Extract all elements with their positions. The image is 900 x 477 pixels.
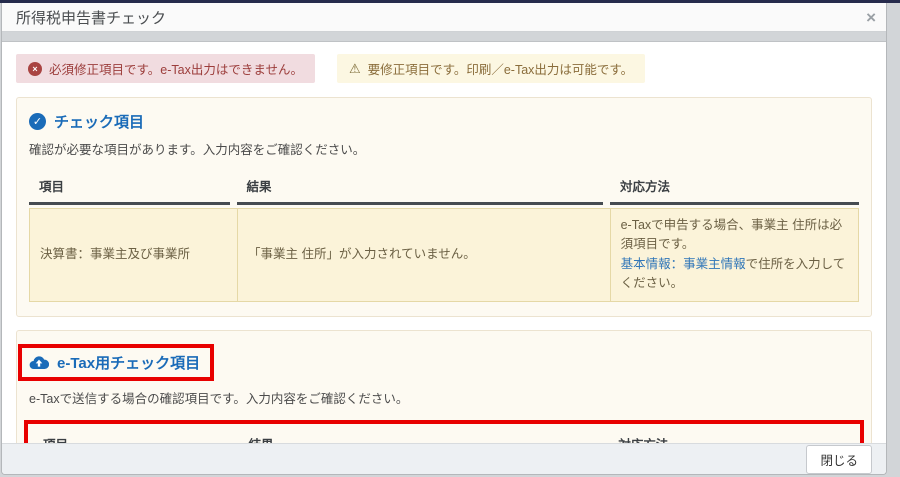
red-annotation-box-title: e-Tax用チェック項目	[18, 343, 215, 381]
row-result: 「事業主 住所」が入力されていません。	[248, 247, 476, 262]
column-header-result: 結果	[236, 171, 603, 205]
error-badge: × 必須修正項目です。e-Tax出力はできません。	[16, 54, 315, 83]
row-action: e-Taxで申告する場合、事業主 住所は必須項目です。 基本情報：事業主情報で住所…	[621, 216, 848, 294]
section-header: ✓ チェック項目	[29, 111, 859, 132]
check-items-section: ✓ チェック項目 確認が必要な項目があります。入力内容をご確認ください。 項目 …	[16, 97, 872, 317]
column-header-item: 項目	[33, 429, 232, 444]
section-header: e-Tax用チェック項目	[18, 343, 859, 381]
row-action-text: e-Taxで申告する場合、事業主 住所は必須項目です。	[620, 218, 843, 252]
close-icon[interactable]: ×	[866, 9, 876, 26]
header-divider	[2, 32, 886, 42]
table-header-row: 項目 結果 対応方法	[33, 429, 855, 444]
row-item: 決算書：事業主及び事業所	[40, 247, 191, 262]
etax-check-items-table: 項目 結果 対応方法 決算書(不動産用)：利子割引料の内訳 「支払先の住所」に使…	[33, 429, 855, 444]
red-annotation-box-table: 項目 結果 対応方法 決算書(不動産用)：利子割引料の内訳 「支払先の住所」に使…	[24, 419, 864, 444]
check-circle-icon: ✓	[29, 113, 46, 130]
column-header-result: 結果	[239, 429, 602, 444]
table-row: 決算書：事業主及び事業所 「事業主 住所」が入力されていません。 e-Taxで申…	[29, 208, 859, 302]
error-circle-icon: ×	[28, 61, 42, 76]
column-header-action: 対応方法	[608, 429, 855, 444]
warning-badge-label: 要修正項目です。印刷／e-Tax出力は可能です。	[367, 63, 634, 77]
error-badge-label: 必須修正項目です。e-Tax出力はできません。	[49, 63, 303, 77]
column-header-action: 対応方法	[610, 171, 859, 205]
section-description: 確認が必要な項目があります。入力内容をご確認ください。	[29, 143, 366, 157]
table-header-row: 項目 結果 対応方法	[29, 171, 859, 205]
section-title: e-Tax用チェック項目	[57, 354, 201, 372]
section-description: e-Taxで送信する場合の確認項目です。入力内容をご確認ください。	[29, 391, 409, 406]
cloud-upload-icon	[29, 355, 49, 370]
warning-triangle-icon: ⚠	[348, 61, 361, 76]
column-header-item: 項目	[29, 171, 230, 205]
section-title: チェック項目	[54, 114, 145, 131]
tax-check-dialog: 所得税申告書チェック × × 必須修正項目です。e-Tax出力はできません。 ⚠…	[1, 3, 887, 475]
warning-badge: ⚠ 要修正項目です。印刷／e-Tax出力は可能です。	[336, 54, 646, 83]
etax-check-items-section: e-Tax用チェック項目 e-Taxで送信する場合の確認項目です。入力内容をご確…	[16, 329, 872, 444]
dialog-body: × 必須修正項目です。e-Tax出力はできません。 ⚠ 要修正項目です。印刷／e…	[2, 42, 886, 443]
close-button[interactable]: 閉じる	[806, 444, 872, 474]
dialog-footer: 閉じる	[2, 443, 886, 474]
basic-info-link[interactable]: 基本情報：事業主情報	[621, 257, 746, 271]
check-items-table: 項目 結果 対応方法 決算書：事業主及び事業所 「事業主 住所」が入力されていま…	[29, 171, 859, 302]
dialog-title: 所得税申告書チェック	[16, 9, 167, 27]
status-badges: × 必須修正項目です。e-Tax出力はできません。 ⚠ 要修正項目です。印刷／e…	[16, 54, 872, 83]
dialog-header: 所得税申告書チェック ×	[2, 3, 886, 32]
